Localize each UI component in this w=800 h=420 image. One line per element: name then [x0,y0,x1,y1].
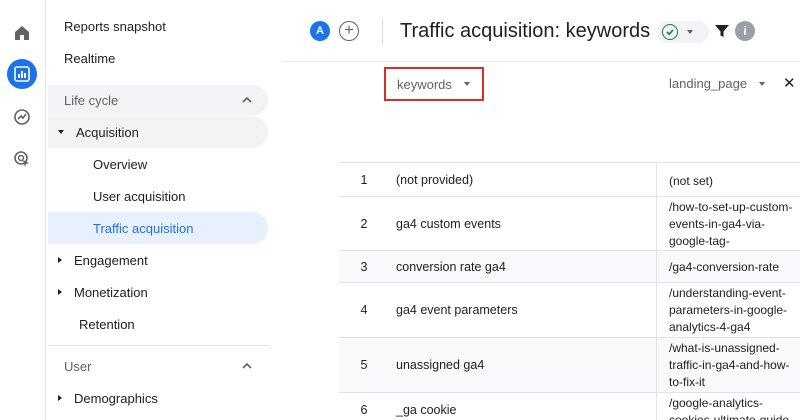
nav-monetization[interactable]: Monetization [58,276,148,308]
expand-down-icon [58,130,64,134]
chevron-up-icon [242,96,252,103]
table-row[interactable]: 6 _ga cookie /google-analytics-cookies-u… [339,392,800,420]
table-row[interactable]: 4 ga4 event parameters /understanding-ev… [339,282,800,337]
nav-acquisition[interactable]: Acquisition [48,116,268,148]
table-row[interactable]: 1 (not provided) (not set) [339,162,800,196]
nav-section-user[interactable]: User [64,350,268,382]
expand-right-icon [58,395,62,401]
nav-realtime[interactable]: Realtime [64,42,115,74]
column-divider [656,162,657,420]
icon-rail [0,0,46,420]
chevron-up-icon [242,362,252,369]
secondary-dimension-dropdown[interactable]: landing_page [669,76,766,91]
report-header: A + Traffic acquisition: keywords i [282,0,800,62]
nav-traffic-acquisition[interactable]: Traffic acquisition [48,212,268,244]
table-row[interactable]: 2 ga4 custom events /how-to-set-up-custo… [339,196,800,250]
status-dropdown[interactable] [657,21,709,43]
nav-reports-snapshot[interactable]: Reports snapshot [64,10,166,42]
caret-down-icon [759,81,766,86]
explore-icon[interactable] [7,102,37,132]
expand-right-icon [58,289,62,295]
primary-dimension-dropdown[interactable]: keywords [384,67,484,101]
comparison-avatar[interactable]: A [310,21,330,41]
check-circle-icon [662,24,678,40]
nav-retention[interactable]: Retention [79,308,135,340]
remove-dimension-icon[interactable]: ✕ [783,74,796,92]
table-row[interactable]: 5 unassigned ga4 /what-is-unassigned-tra… [339,337,800,392]
home-icon[interactable] [7,18,37,48]
caret-down-icon [687,30,693,34]
filter-icon[interactable] [714,23,730,39]
nav-overview[interactable]: Overview [93,148,147,180]
nav-demographics[interactable]: Demographics [58,382,158,414]
expand-right-icon [58,257,62,263]
nav-engagement[interactable]: Engagement [58,244,148,276]
nav-divider [48,345,270,346]
caret-down-icon [463,82,470,86]
info-icon[interactable]: i [735,21,755,41]
table-row[interactable]: 3 conversion rate ga4 /ga4-conversion-ra… [339,250,800,282]
page-title: Traffic acquisition: keywords [400,20,651,42]
header-divider [382,18,383,44]
advertising-icon[interactable] [7,144,37,174]
reports-icon[interactable] [7,59,37,89]
add-comparison-button[interactable]: + [339,21,359,41]
report-navigation: Reports snapshot Realtime Life cycle Acq… [46,0,282,420]
nav-user-acquisition[interactable]: User acquisition [93,180,186,212]
nav-section-life-cycle[interactable]: Life cycle [48,85,268,115]
